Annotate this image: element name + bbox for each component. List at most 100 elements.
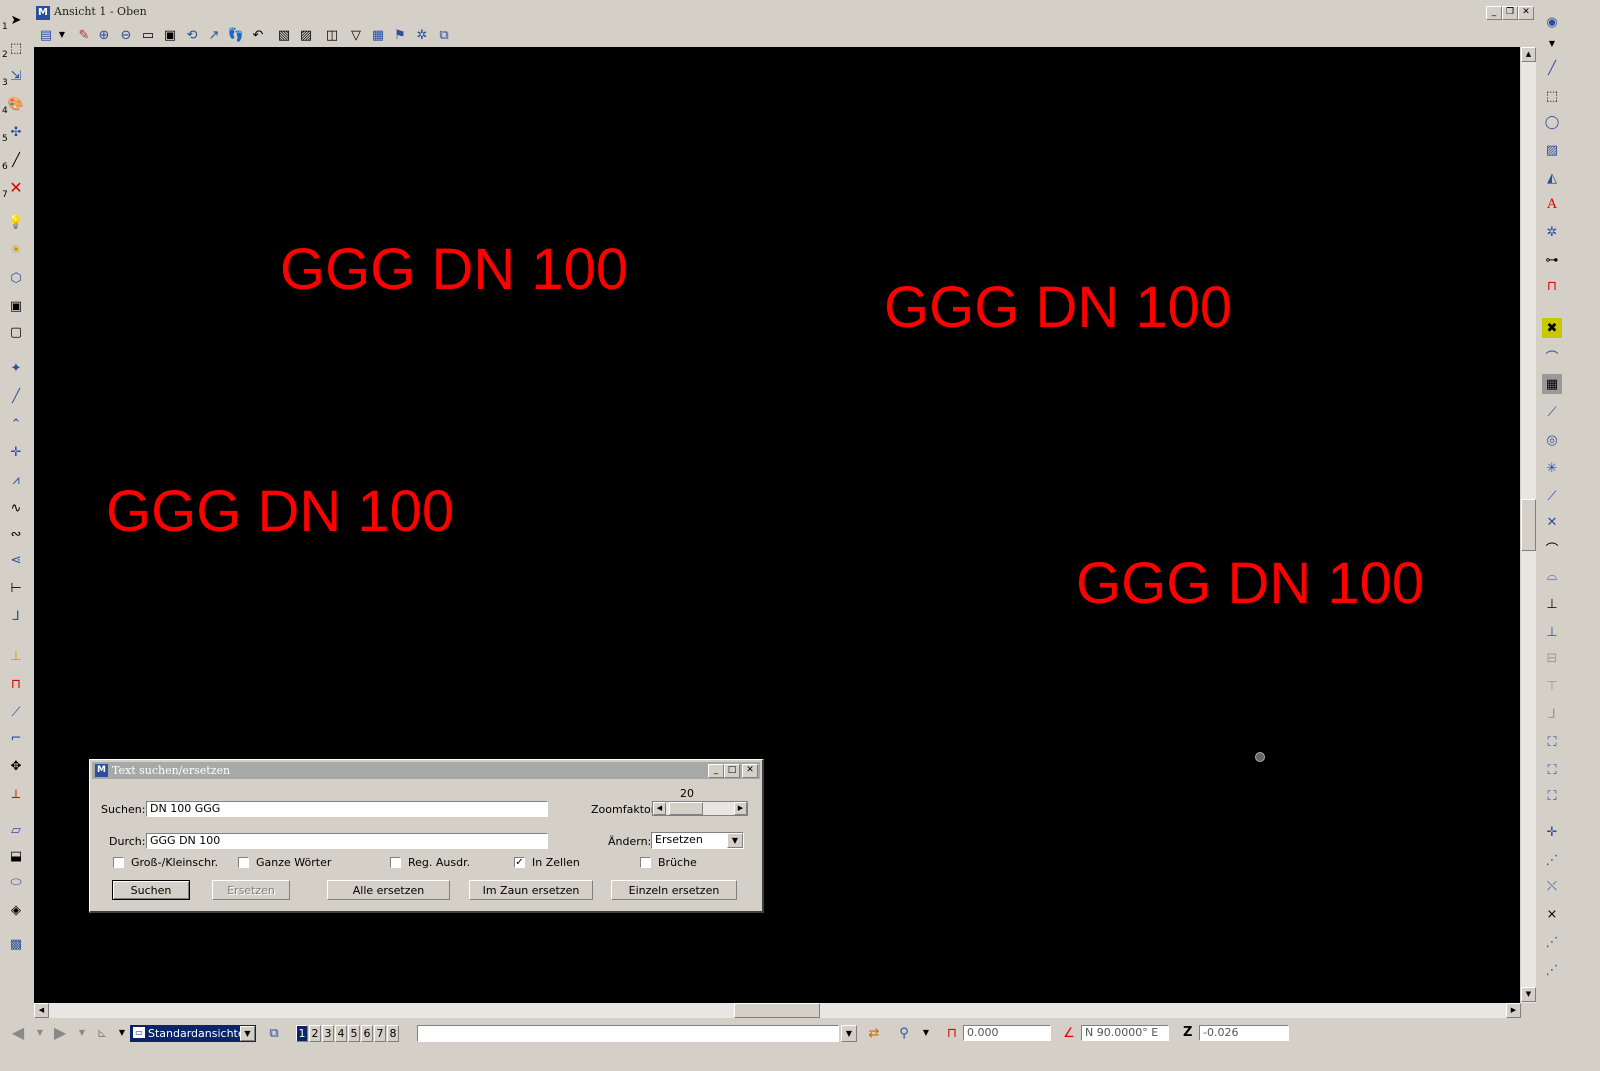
dialog-title-bar[interactable]: M Text suchen/ersetzen _ □ ✕ [92,762,760,779]
trim-icon[interactable]: ⟋ [6,702,26,722]
frame-select-2-icon[interactable]: ⛶ [1542,760,1562,780]
tangent-icon[interactable]: ⟋ [1542,486,1562,506]
swap-icon[interactable]: ⇄ [864,1023,884,1043]
window-close-button[interactable]: ✕ [1518,6,1534,20]
scroll-left-button[interactable]: ◀ [34,1003,49,1018]
checkbox-in-zellen[interactable]: ✓ [514,857,525,868]
dimension-angular-icon[interactable]: ⊓ [1542,276,1562,296]
manipulate-icon[interactable]: ⇲ [6,66,26,86]
snap-point-icon[interactable]: ✦ [6,358,26,378]
dialog-minimize-button[interactable]: _ [708,764,724,778]
view-rotation-icon[interactable]: ⊾ [92,1023,112,1043]
draw-line-icon[interactable]: ╱ [6,150,26,170]
camera-icon[interactable]: ✲ [412,25,432,45]
view-previous-icon[interactable]: ↶ [248,25,268,45]
zoom-out-icon[interactable]: ⊖ [116,25,136,45]
vertical-scroll-thumb[interactable] [1521,499,1536,551]
select-arrow-icon[interactable]: ➤ [6,10,26,30]
cell-icon[interactable]: ◭ [1542,168,1562,188]
line-angle-icon[interactable]: ⟋ [1542,402,1562,422]
mesh-icon[interactable]: ▩ [6,934,26,954]
cross-line-icon[interactable]: ⨯ [1542,904,1562,924]
suchen-input[interactable]: DN 100 GGG [146,801,548,817]
checkbox-reg-ausdr[interactable] [390,857,401,868]
chevron-up-tool-icon[interactable]: ⌃ [6,414,26,434]
selection-fence-icon[interactable]: ⬚ [6,38,26,58]
suchen-button[interactable]: Suchen [112,880,190,900]
point-tool-icon[interactable]: ✛ [6,442,26,462]
intersect-icon[interactable]: ✕ [1542,512,1562,532]
sun-light-icon[interactable]: ☀ [6,240,26,260]
place-circle-icon[interactable]: ◯ [1542,112,1562,132]
view-button-7[interactable]: 7 [374,1025,386,1042]
tag-icon[interactable]: ✲ [1542,222,1562,242]
view-button-5[interactable]: 5 [348,1025,360,1042]
delete-x-icon[interactable]: ✕ [6,178,26,198]
solid-icon[interactable]: ◈ [6,900,26,920]
cad-text-1[interactable]: GGG DN 100 [280,241,628,299]
scroll-up-button[interactable]: ▲ [1521,47,1536,62]
saved-view-icon[interactable]: ⧉ [434,25,454,45]
walk-icon[interactable]: 👣 [226,25,246,45]
z-field[interactable]: -0.026 [1199,1025,1289,1041]
erase-icon[interactable]: ▱ [6,820,26,840]
frame-select-icon[interactable]: ⛶ [1542,732,1562,752]
key-in-dropdown-icon[interactable]: ▼ [841,1025,857,1042]
curve-tool-icon[interactable]: ⌒ [1542,348,1562,368]
fit-view-icon[interactable]: ▣ [160,25,180,45]
dimension-linear-icon[interactable]: ⊶ [1542,250,1562,270]
fillet-icon[interactable]: ⌐ [6,728,26,748]
curve-stream-icon[interactable]: ∿ [6,498,26,518]
dotted-diag-2-icon[interactable]: ⋰ [1542,960,1562,980]
center-snap-icon[interactable]: ◎ [1542,430,1562,450]
checkbox-brueche[interactable] [640,857,651,868]
hatch-icon[interactable]: ▨ [1542,140,1562,160]
durch-input[interactable]: GGG DN 100 [146,833,548,849]
view-rotation-dropdown-icon[interactable]: ▼ [112,1023,132,1043]
dimension-icon[interactable]: ⊢ [6,578,26,598]
standard-views-dropdown[interactable]: ▭ Standardansichten ▼ [130,1025,256,1042]
checkbox-ganze-woerter[interactable] [238,857,249,868]
zoom-in-icon[interactable]: ⊕ [94,25,114,45]
window-restore-button[interactable]: ❐ [1502,6,1518,20]
window-area-icon[interactable]: ▭ [138,25,158,45]
place-line-icon[interactable]: ╱ [1542,58,1562,78]
extend-icon[interactable]: ⊤ [1542,676,1562,696]
slider-thumb[interactable] [669,802,703,815]
view-button-4[interactable]: 4 [335,1025,347,1042]
cross-snap-icon[interactable]: ✛ [1542,822,1562,842]
aendern-dropdown-icon[interactable]: ▼ [727,833,743,848]
frame-select-3-icon[interactable]: ⛶ [1542,786,1562,806]
dotted-diag-icon[interactable]: ⋰ [1542,932,1562,952]
cube-3d-icon[interactable]: ⬡ [6,268,26,288]
snap-toggle-icon[interactable]: ✖ [1542,318,1562,338]
angle-field[interactable]: N 90.0000° E [1081,1025,1169,1041]
display-mode-icon[interactable]: ▦ [368,25,388,45]
clip-mask-icon[interactable]: ▽ [346,25,366,45]
spline-icon[interactable]: ∾ [6,524,26,544]
snap-dropdown-icon[interactable]: ▼ [916,1023,936,1043]
line-tool-icon[interactable]: ╱ [6,386,26,406]
key-in-field[interactable] [417,1025,839,1042]
snap-search-icon[interactable]: ⚲ [894,1023,914,1043]
move-icon[interactable]: ✥ [6,756,26,776]
attributes-palette-icon[interactable]: 🎨 [6,94,26,114]
horizontal-scrollbar[interactable]: ◀ ▶ [34,1003,1521,1018]
standard-views-dropdown-icon[interactable]: ▼ [240,1026,255,1041]
measure-icon[interactable]: ✣ [6,122,26,142]
polyline-icon[interactable]: ⩘ [6,470,26,490]
view-button-6[interactable]: 6 [361,1025,373,1042]
offset-icon[interactable]: ⊟ [1542,648,1562,668]
arc-snap-icon[interactable]: ⌒ [1542,540,1562,560]
im-zaun-ersetzen-button[interactable]: Im Zaun ersetzen [469,880,593,900]
pattern-icon[interactable]: ▦ [1542,374,1562,394]
measure-distance-icon[interactable]: ⊓ [6,674,26,694]
dialog-close-button[interactable]: ✕ [742,764,758,778]
dropdown-arrow-icon[interactable]: ▼ [52,25,72,45]
scroll-down-button[interactable]: ▼ [1521,987,1536,1002]
clip-volume-icon[interactable]: ◫ [322,25,342,45]
break-icon[interactable]: ⟂ [6,784,26,804]
back-dropdown-icon[interactable]: ▼ [30,1023,50,1043]
place-element-icon[interactable]: ⊥ [6,646,26,666]
panel-icon[interactable]: ▢ [6,322,26,342]
